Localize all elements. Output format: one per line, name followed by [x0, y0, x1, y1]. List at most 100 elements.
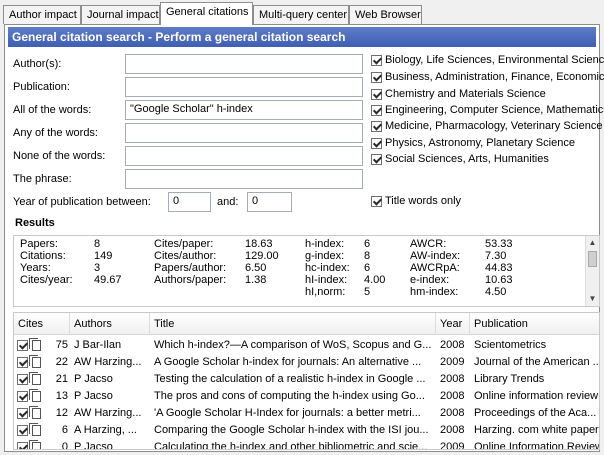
- column-header-publication[interactable]: Publication: [470, 313, 599, 335]
- tab-journal-impact[interactable]: Journal impact: [81, 5, 160, 24]
- results-scrollbar[interactable]: ▲ ▼: [585, 236, 599, 306]
- any-words-input[interactable]: [125, 123, 363, 143]
- year-cell: 2009: [440, 441, 465, 450]
- checkbox[interactable]: [371, 154, 382, 165]
- metric-label: e-index:: [410, 274, 450, 286]
- metric-value: 3: [94, 262, 101, 274]
- title-cell: Which h-index?—A comparison of WoS, Scop…: [154, 339, 432, 351]
- tab-bar: Author impact Journal impact General cit…: [0, 0, 604, 25]
- metric-value: 7.30: [485, 250, 507, 262]
- metric-label: Cites/year:: [20, 274, 73, 286]
- all-words-label: All of the words:: [13, 104, 92, 116]
- row-checkbox[interactable]: [17, 374, 28, 385]
- title-cell: Calculating the h-index and other biblio…: [154, 441, 428, 450]
- checkbox[interactable]: [371, 72, 382, 83]
- metric-label: Cites/paper:: [154, 238, 214, 250]
- metric-label: AWCR:: [410, 238, 447, 250]
- metric-label: g-index:: [305, 250, 345, 262]
- metric-value: 8: [364, 250, 371, 262]
- table-row[interactable]: 0 P Jacso Calculating the h-index and ot…: [14, 439, 600, 450]
- tab-general-citations[interactable]: General citations: [160, 2, 253, 25]
- table-row[interactable]: 22 AW Harzing... A Google Scholar h-inde…: [14, 354, 600, 371]
- none-words-label: None of the words:: [13, 150, 106, 162]
- document-icon: [29, 338, 41, 351]
- phrase-input[interactable]: [125, 169, 363, 189]
- metric-label: AWCRpA:: [410, 262, 460, 274]
- publication-input[interactable]: [125, 77, 363, 97]
- metric-value: 129.00: [245, 250, 279, 262]
- year-and-label: and:: [217, 196, 239, 208]
- year-from-input[interactable]: 0: [168, 192, 211, 212]
- publication-cell: Harzing. com white paper: [474, 424, 599, 436]
- document-icon: [29, 423, 41, 436]
- table-row[interactable]: 12 AW Harzing... 'A Google Scholar H-Ind…: [14, 405, 599, 422]
- scroll-thumb[interactable]: [588, 251, 597, 267]
- authors-cell: A Harzing, ...: [74, 424, 137, 436]
- year-cell: 2009: [440, 356, 465, 368]
- checkbox[interactable]: [371, 138, 382, 149]
- column-header-title[interactable]: Title: [150, 313, 436, 335]
- metric-label: hI,norm:: [305, 286, 346, 298]
- publication-cell: Library Trends: [474, 373, 545, 385]
- cites-cell: 75: [55, 339, 68, 351]
- year-cell: 2008: [440, 373, 465, 385]
- results-metrics-panel: Papers: 8 Citations: 149 Years: 3 Cites/yea…: [13, 235, 600, 307]
- row-checkbox[interactable]: [17, 391, 28, 402]
- year-cell: 2008: [440, 339, 465, 351]
- checkbox[interactable]: [371, 105, 382, 116]
- column-header-cites[interactable]: Cites: [14, 313, 70, 335]
- scroll-down-arrow-icon[interactable]: ▼: [586, 292, 599, 306]
- any-words-label: Any of the words:: [13, 127, 98, 139]
- checkbox[interactable]: [371, 121, 382, 132]
- year-to-input[interactable]: 0: [247, 192, 292, 212]
- cites-cell: 0: [61, 441, 68, 450]
- results-table: Cites Authors Title Year Publication 75 …: [13, 312, 600, 450]
- row-checkbox[interactable]: [17, 442, 28, 449]
- metric-label: Cites/author:: [154, 250, 217, 262]
- authors-input[interactable]: [125, 54, 363, 74]
- row-checkbox[interactable]: [17, 340, 28, 351]
- year-range-label: Year of publication between:: [13, 196, 151, 208]
- authors-cell: J Bar-Ilan: [74, 339, 122, 351]
- document-icon: [29, 355, 41, 368]
- document-icon: [29, 406, 41, 419]
- metric-label: h-index:: [305, 238, 345, 250]
- scroll-up-arrow-icon[interactable]: ▲: [586, 236, 599, 250]
- metric-value: 6: [364, 262, 371, 274]
- table-header: Cites Authors Title Year Publication: [14, 313, 599, 335]
- row-checkbox[interactable]: [17, 425, 28, 436]
- tab-author-impact[interactable]: Author impact: [3, 5, 81, 24]
- publication-cell: Online Information Review: [474, 441, 600, 450]
- cites-cell: 13: [55, 390, 68, 402]
- cites-cell: 6: [61, 424, 68, 436]
- authors-cell: AW Harzing...: [74, 407, 142, 419]
- table-row[interactable]: 6 A Harzing, ... Comparing the Google Sc…: [14, 422, 599, 439]
- metric-value: 10.63: [485, 274, 513, 286]
- metric-label: hI-index:: [305, 274, 348, 286]
- checkbox[interactable]: [371, 89, 382, 100]
- metric-value: 4.00: [364, 274, 386, 286]
- authors-label: Author(s):: [13, 58, 62, 70]
- publication-cell: Journal of the American ...: [474, 356, 600, 368]
- table-row[interactable]: 13 P Jacso The pros and cons of computin…: [14, 388, 599, 405]
- metric-label: Papers:: [20, 238, 58, 250]
- row-checkbox[interactable]: [17, 408, 28, 419]
- authors-cell: P Jacso: [74, 390, 113, 402]
- column-header-year[interactable]: Year: [436, 313, 470, 335]
- all-words-input[interactable]: "Google Scholar" h-index: [125, 100, 363, 120]
- none-words-input[interactable]: [125, 146, 363, 166]
- column-header-authors[interactable]: Authors: [70, 313, 150, 335]
- title-cell: Comparing the Google Scholar h-index wit…: [154, 424, 429, 436]
- row-checkbox[interactable]: [17, 357, 28, 368]
- tab-multi-query-center[interactable]: Multi-query center: [253, 5, 349, 24]
- table-row[interactable]: 75 J Bar-Ilan Which h-index?—A compariso…: [14, 337, 599, 354]
- checkbox[interactable]: [371, 196, 382, 207]
- authors-cell: P Jacso: [74, 373, 113, 385]
- table-row[interactable]: 21 P Jacso Testing the calculation of a …: [14, 371, 599, 388]
- authors-cell: AW Harzing...: [74, 356, 142, 368]
- panel-header: General citation search - Perform a gene…: [8, 27, 596, 47]
- title-cell: 'A Google Scholar H-Index for journals: …: [154, 407, 421, 419]
- tab-web-browser[interactable]: Web Browser: [349, 5, 422, 24]
- checkbox[interactable]: [371, 55, 382, 66]
- document-icon: [29, 389, 41, 402]
